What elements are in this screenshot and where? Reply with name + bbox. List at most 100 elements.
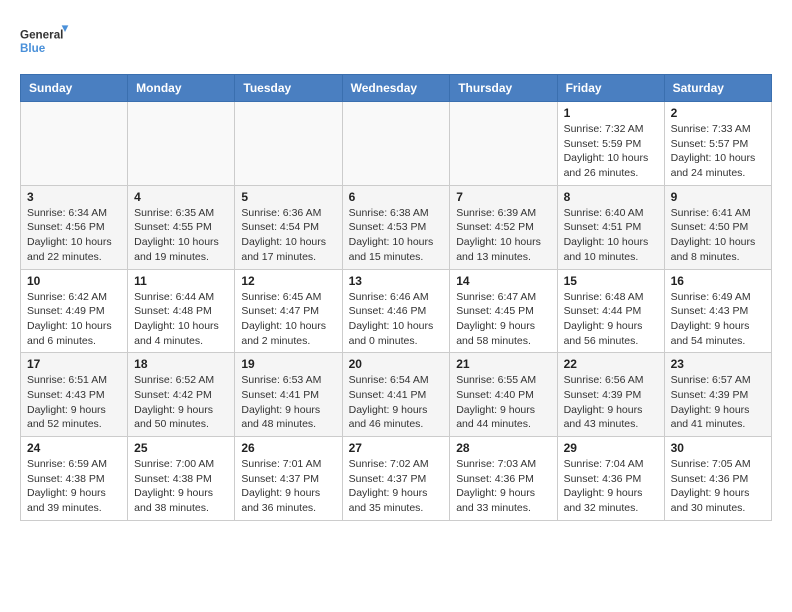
- day-info: Sunrise: 7:05 AM Sunset: 4:36 PM Dayligh…: [671, 457, 765, 516]
- day-number: 12: [241, 274, 335, 288]
- calendar-cell: 9 Sunrise: 6:41 AM Sunset: 4:50 PM Daylig…: [664, 185, 771, 269]
- day-number: 17: [27, 357, 121, 371]
- day-number: 18: [134, 357, 228, 371]
- day-info: Sunrise: 6:57 AM Sunset: 4:39 PM Dayligh…: [671, 373, 765, 432]
- calendar-cell: [235, 102, 342, 186]
- day-number: 25: [134, 441, 228, 455]
- calendar-cell: 4 Sunrise: 6:35 AM Sunset: 4:55 PM Daylig…: [128, 185, 235, 269]
- calendar: SundayMondayTuesdayWednesdayThursdayFrid…: [20, 74, 772, 521]
- day-number: 27: [349, 441, 444, 455]
- calendar-cell: 27 Sunrise: 7:02 AM Sunset: 4:37 PM Dayli…: [342, 437, 450, 521]
- day-number: 30: [671, 441, 765, 455]
- day-number: 1: [564, 106, 658, 120]
- day-number: 24: [27, 441, 121, 455]
- day-info: Sunrise: 6:45 AM Sunset: 4:47 PM Dayligh…: [241, 290, 335, 349]
- day-info: Sunrise: 6:42 AM Sunset: 4:49 PM Dayligh…: [27, 290, 121, 349]
- calendar-cell: 8 Sunrise: 6:40 AM Sunset: 4:51 PM Daylig…: [557, 185, 664, 269]
- day-info: Sunrise: 6:52 AM Sunset: 4:42 PM Dayligh…: [134, 373, 228, 432]
- day-number: 28: [456, 441, 550, 455]
- calendar-cell: [21, 102, 128, 186]
- day-number: 23: [671, 357, 765, 371]
- calendar-cell: 15Sunrise: 6:48 AM Sunset: 4:44 PM Dayli…: [557, 269, 664, 353]
- day-number: 4: [134, 190, 228, 204]
- calendar-cell: [128, 102, 235, 186]
- day-info: Sunrise: 6:59 AM Sunset: 4:38 PM Dayligh…: [27, 457, 121, 516]
- day-number: 9: [671, 190, 765, 204]
- calendar-cell: 2 Sunrise: 7:33 AM Sunset: 5:57 PM Daylig…: [664, 102, 771, 186]
- day-info: Sunrise: 6:40 AM Sunset: 4:51 PM Dayligh…: [564, 206, 658, 265]
- calendar-week-row: 10 Sunrise: 6:42 AM Sunset: 4:49 PM Dayli…: [21, 269, 772, 353]
- day-info: Sunrise: 6:46 AM Sunset: 4:46 PM Dayligh…: [349, 290, 444, 349]
- calendar-cell: 25 Sunrise: 7:00 AM Sunset: 4:38 PM Dayli…: [128, 437, 235, 521]
- calendar-cell: 28 Sunrise: 7:03 AM Sunset: 4:36 PM Dayli…: [450, 437, 557, 521]
- calendar-cell: 20 Sunrise: 6:54 AM Sunset: 4:41 PM Dayli…: [342, 353, 450, 437]
- calendar-cell: 23 Sunrise: 6:57 AM Sunset: 4:39 PM Dayli…: [664, 353, 771, 437]
- day-info: Sunrise: 6:47 AM Sunset: 4:45 PM Dayligh…: [456, 290, 550, 349]
- calendar-cell: 10 Sunrise: 6:42 AM Sunset: 4:49 PM Dayli…: [21, 269, 128, 353]
- calendar-week-row: 24 Sunrise: 6:59 AM Sunset: 4:38 PM Dayli…: [21, 437, 772, 521]
- logo-svg: General Blue: [20, 20, 70, 64]
- day-number: 2: [671, 106, 765, 120]
- day-number: 21: [456, 357, 550, 371]
- day-number: 20: [349, 357, 444, 371]
- calendar-cell: 1Sunrise: 7:32 AM Sunset: 5:59 PM Daylig…: [557, 102, 664, 186]
- calendar-header-thursday: Thursday: [450, 75, 557, 102]
- day-number: 10: [27, 274, 121, 288]
- calendar-cell: 29Sunrise: 7:04 AM Sunset: 4:36 PM Dayli…: [557, 437, 664, 521]
- calendar-cell: 21 Sunrise: 6:55 AM Sunset: 4:40 PM Dayli…: [450, 353, 557, 437]
- day-info: Sunrise: 6:53 AM Sunset: 4:41 PM Dayligh…: [241, 373, 335, 432]
- calendar-cell: 6Sunrise: 6:38 AM Sunset: 4:53 PM Daylig…: [342, 185, 450, 269]
- calendar-cell: [450, 102, 557, 186]
- day-info: Sunrise: 7:33 AM Sunset: 5:57 PM Dayligh…: [671, 122, 765, 181]
- calendar-cell: 12 Sunrise: 6:45 AM Sunset: 4:47 PM Dayli…: [235, 269, 342, 353]
- calendar-header-wednesday: Wednesday: [342, 75, 450, 102]
- day-number: 19: [241, 357, 335, 371]
- day-info: Sunrise: 6:49 AM Sunset: 4:43 PM Dayligh…: [671, 290, 765, 349]
- day-number: 3: [27, 190, 121, 204]
- calendar-week-row: 17 Sunrise: 6:51 AM Sunset: 4:43 PM Dayli…: [21, 353, 772, 437]
- calendar-cell: 19 Sunrise: 6:53 AM Sunset: 4:41 PM Dayli…: [235, 353, 342, 437]
- day-info: Sunrise: 7:03 AM Sunset: 4:36 PM Dayligh…: [456, 457, 550, 516]
- calendar-cell: 18 Sunrise: 6:52 AM Sunset: 4:42 PM Dayli…: [128, 353, 235, 437]
- calendar-week-row: 1Sunrise: 7:32 AM Sunset: 5:59 PM Daylig…: [21, 102, 772, 186]
- calendar-cell: 3 Sunrise: 6:34 AM Sunset: 4:56 PM Daylig…: [21, 185, 128, 269]
- calendar-week-row: 3 Sunrise: 6:34 AM Sunset: 4:56 PM Daylig…: [21, 185, 772, 269]
- day-info: Sunrise: 7:01 AM Sunset: 4:37 PM Dayligh…: [241, 457, 335, 516]
- day-number: 8: [564, 190, 658, 204]
- day-info: Sunrise: 6:55 AM Sunset: 4:40 PM Dayligh…: [456, 373, 550, 432]
- day-number: 29: [564, 441, 658, 455]
- calendar-cell: 22 Sunrise: 6:56 AM Sunset: 4:39 PM Dayli…: [557, 353, 664, 437]
- calendar-cell: 17 Sunrise: 6:51 AM Sunset: 4:43 PM Dayli…: [21, 353, 128, 437]
- calendar-header-saturday: Saturday: [664, 75, 771, 102]
- day-info: Sunrise: 6:34 AM Sunset: 4:56 PM Dayligh…: [27, 206, 121, 265]
- day-info: Sunrise: 6:35 AM Sunset: 4:55 PM Dayligh…: [134, 206, 228, 265]
- calendar-cell: 14Sunrise: 6:47 AM Sunset: 4:45 PM Dayli…: [450, 269, 557, 353]
- day-info: Sunrise: 6:51 AM Sunset: 4:43 PM Dayligh…: [27, 373, 121, 432]
- day-info: Sunrise: 6:48 AM Sunset: 4:44 PM Dayligh…: [564, 290, 658, 349]
- day-number: 11: [134, 274, 228, 288]
- svg-text:General: General: [20, 29, 63, 42]
- day-number: 16: [671, 274, 765, 288]
- day-number: 5: [241, 190, 335, 204]
- calendar-cell: 16 Sunrise: 6:49 AM Sunset: 4:43 PM Dayli…: [664, 269, 771, 353]
- day-info: Sunrise: 6:44 AM Sunset: 4:48 PM Dayligh…: [134, 290, 228, 349]
- calendar-cell: 7Sunrise: 6:39 AM Sunset: 4:52 PM Daylig…: [450, 185, 557, 269]
- day-info: Sunrise: 6:56 AM Sunset: 4:39 PM Dayligh…: [564, 373, 658, 432]
- day-number: 22: [564, 357, 658, 371]
- calendar-header-friday: Friday: [557, 75, 664, 102]
- day-info: Sunrise: 7:00 AM Sunset: 4:38 PM Dayligh…: [134, 457, 228, 516]
- day-number: 6: [349, 190, 444, 204]
- calendar-cell: 26Sunrise: 7:01 AM Sunset: 4:37 PM Dayli…: [235, 437, 342, 521]
- calendar-cell: 5Sunrise: 6:36 AM Sunset: 4:54 PM Daylig…: [235, 185, 342, 269]
- calendar-header-sunday: Sunday: [21, 75, 128, 102]
- day-number: 13: [349, 274, 444, 288]
- day-info: Sunrise: 7:02 AM Sunset: 4:37 PM Dayligh…: [349, 457, 444, 516]
- calendar-header-tuesday: Tuesday: [235, 75, 342, 102]
- day-info: Sunrise: 6:41 AM Sunset: 4:50 PM Dayligh…: [671, 206, 765, 265]
- day-info: Sunrise: 6:54 AM Sunset: 4:41 PM Dayligh…: [349, 373, 444, 432]
- day-number: 7: [456, 190, 550, 204]
- logo: General Blue: [20, 20, 70, 64]
- calendar-cell: 24 Sunrise: 6:59 AM Sunset: 4:38 PM Dayli…: [21, 437, 128, 521]
- calendar-cell: [342, 102, 450, 186]
- calendar-cell: 13 Sunrise: 6:46 AM Sunset: 4:46 PM Dayli…: [342, 269, 450, 353]
